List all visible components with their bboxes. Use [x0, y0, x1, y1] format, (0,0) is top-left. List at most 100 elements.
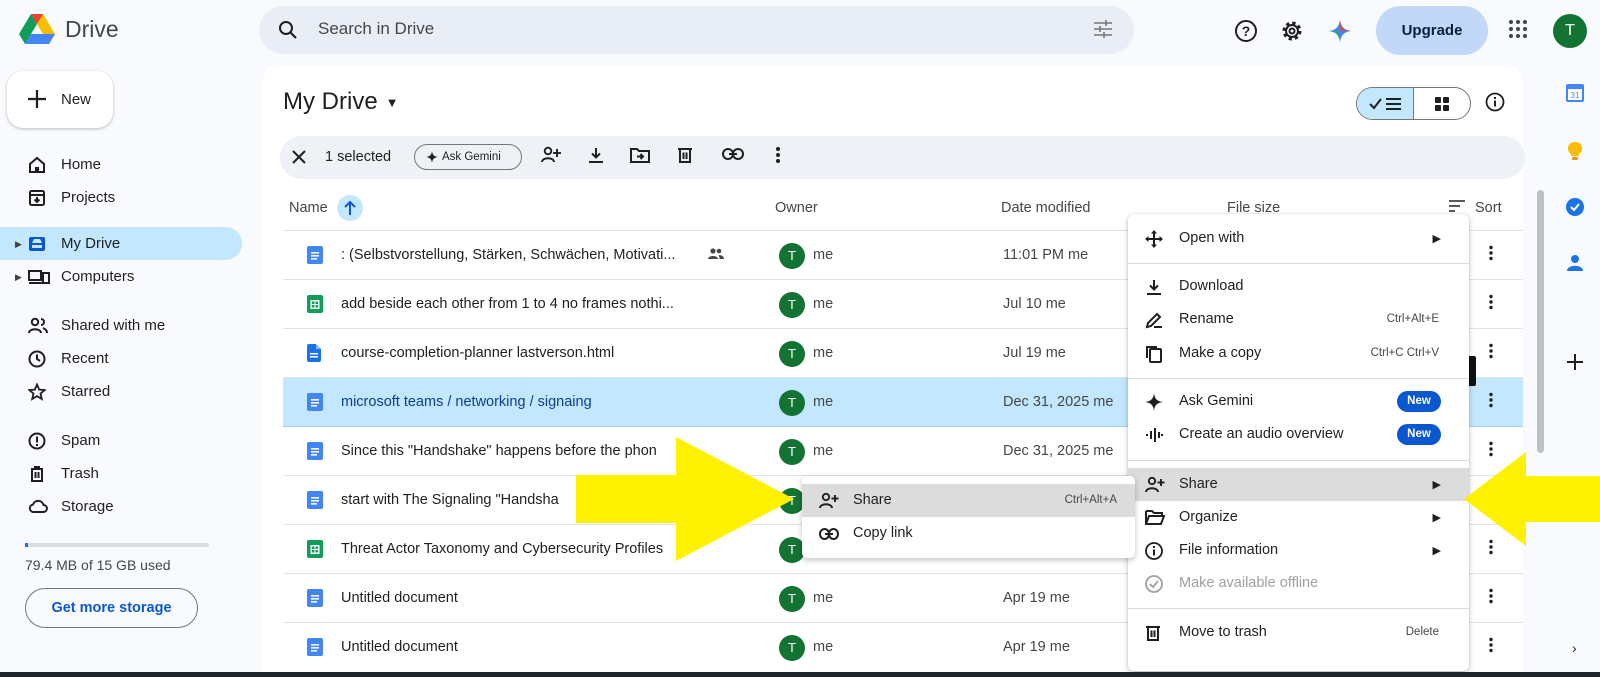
sort-ascending-arrow-icon[interactable]	[337, 195, 363, 221]
copy-link-icon[interactable]	[722, 148, 744, 160]
add-addon-plus-icon[interactable]	[1567, 354, 1583, 370]
column-header-owner[interactable]: Owner	[775, 200, 818, 216]
projects-icon	[28, 189, 46, 207]
sparkle-icon	[1145, 393, 1163, 411]
sidebar-item-computers[interactable]: ▶ Computers	[0, 260, 242, 293]
file-name: Untitled document	[341, 590, 458, 606]
sidebar-item-label: Home	[61, 156, 102, 173]
home-icon	[28, 156, 46, 174]
account-avatar[interactable]: T	[1553, 14, 1587, 48]
date-modified: 11:01 PM me	[1003, 247, 1089, 263]
menu-label: Make a copy	[1179, 345, 1262, 361]
settings-gear-icon[interactable]	[1280, 19, 1304, 43]
apps-grid-icon[interactable]	[1508, 19, 1528, 39]
column-header-date-modified[interactable]: Date modified	[1001, 200, 1090, 216]
owner-label: me	[813, 247, 834, 263]
storage-meter	[25, 543, 209, 547]
ask-gemini-chip[interactable]: Ask Gemini	[414, 144, 522, 170]
menu-item-create-audio-overview[interactable]: Create an audio overview New	[1128, 418, 1469, 451]
vertical-scrollbar[interactable]	[1537, 190, 1544, 453]
sidebar-item-projects[interactable]: Projects	[0, 181, 242, 214]
row-more-icon[interactable]	[1489, 392, 1493, 408]
page-title-text: My Drive	[283, 88, 378, 115]
menu-shortcut: Ctrl+Alt+E	[1386, 313, 1439, 325]
delete-trash-icon[interactable]	[677, 146, 693, 164]
trash-icon	[1145, 624, 1161, 642]
menu-item-file-information[interactable]: File information ▶	[1128, 534, 1469, 567]
keep-notes-icon[interactable]	[1567, 141, 1583, 161]
get-more-storage-button[interactable]: Get more storage	[25, 588, 198, 628]
share-person-add-icon[interactable]	[540, 146, 562, 164]
sidebar-item-starred[interactable]: Starred	[0, 375, 242, 408]
owner-avatar: T	[779, 586, 805, 612]
caret-down-icon: ▼	[385, 95, 399, 111]
upgrade-button[interactable]: Upgrade	[1376, 6, 1488, 55]
selection-count: 1 selected	[325, 149, 392, 165]
recent-icon	[28, 350, 46, 368]
file-name: : (Selbstvorstellung, Stärken, Schwächen…	[341, 247, 676, 263]
expand-arrow-icon[interactable]: ▶	[15, 239, 22, 250]
more-actions-kebab-icon[interactable]	[776, 146, 780, 164]
tasks-icon[interactable]	[1566, 198, 1584, 216]
submenu-item-copy-link[interactable]: Copy link	[802, 517, 1135, 550]
sort-lines-icon[interactable]	[1449, 200, 1465, 212]
details-info-icon[interactable]	[1485, 92, 1505, 112]
view-toggle[interactable]	[1356, 87, 1471, 120]
screen-bottom-edge	[0, 672, 1600, 677]
menu-item-make-a-copy[interactable]: Make a copy Ctrl+C Ctrl+V	[1128, 337, 1469, 370]
row-more-icon[interactable]	[1489, 245, 1493, 261]
menu-item-open-with[interactable]: Open with ▶	[1128, 222, 1469, 255]
sort-button[interactable]: Sort	[1475, 200, 1502, 216]
row-more-icon[interactable]	[1489, 637, 1493, 653]
list-view-button[interactable]	[1357, 88, 1414, 119]
search-input[interactable]: Search in Drive	[318, 19, 434, 39]
google-doc-icon	[307, 442, 323, 460]
menu-item-download[interactable]: Download	[1128, 270, 1469, 303]
gemini-icon[interactable]	[1328, 19, 1352, 43]
search-options-icon[interactable]	[1093, 20, 1113, 38]
search-icon[interactable]	[278, 20, 298, 40]
row-more-icon[interactable]	[1489, 343, 1493, 359]
shared-people-icon	[708, 248, 724, 260]
grid-view-icon	[1435, 97, 1449, 111]
app-name[interactable]: Drive	[65, 16, 119, 43]
menu-item-ask-gemini[interactable]: Ask Gemini New	[1128, 385, 1469, 418]
row-more-icon[interactable]	[1489, 294, 1493, 310]
html-file-icon	[307, 344, 321, 362]
sidebar-item-recent[interactable]: Recent	[0, 342, 242, 375]
menu-item-share[interactable]: Share ▶	[1128, 468, 1469, 501]
row-more-icon[interactable]	[1489, 588, 1493, 604]
file-name: start with The Signaling "Handsha	[341, 492, 559, 508]
sidebar-item-label: Projects	[61, 189, 116, 206]
expand-panel-chevron-icon[interactable]: ›	[1572, 640, 1577, 656]
sidebar-item-trash[interactable]: Trash	[0, 457, 242, 490]
drive-logo[interactable]	[18, 12, 56, 48]
clear-selection-close-icon[interactable]	[292, 150, 306, 164]
calendar-icon[interactable]: 31	[1566, 84, 1584, 102]
ask-gemini-chip-label: Ask Gemini	[442, 151, 501, 163]
expand-arrow-icon[interactable]: ▶	[15, 272, 22, 283]
menu-item-rename[interactable]: Rename Ctrl+Alt+E	[1128, 303, 1469, 336]
storage-usage-text: 79.4 MB of 15 GB used	[25, 557, 171, 573]
contacts-icon[interactable]	[1567, 254, 1583, 272]
menu-item-organize[interactable]: Organize ▶	[1128, 501, 1469, 534]
new-button[interactable]: New	[7, 71, 113, 128]
owner-label: me	[813, 443, 834, 459]
move-to-folder-icon[interactable]	[630, 146, 650, 164]
submenu-item-share[interactable]: Share Ctrl+Alt+A	[802, 484, 1135, 517]
sidebar-item-storage[interactable]: Storage	[0, 490, 242, 523]
sidebar-item-home[interactable]: Home	[0, 148, 242, 181]
column-header-name[interactable]: Name	[289, 200, 328, 216]
page-title[interactable]: My Drive ▼	[283, 88, 399, 116]
cloud-icon	[28, 498, 48, 514]
menu-label: Open with	[1179, 230, 1245, 246]
sidebar-item-spam[interactable]: Spam	[0, 424, 242, 457]
menu-divider	[1128, 263, 1469, 264]
help-icon[interactable]: ?	[1234, 19, 1258, 43]
download-icon[interactable]	[587, 146, 605, 164]
file-name: Untitled document	[341, 639, 458, 655]
menu-item-move-to-trash[interactable]: Move to trash Delete	[1128, 616, 1469, 649]
shared-icon	[28, 317, 48, 335]
sidebar-item-my-drive[interactable]: ▶ My Drive	[0, 227, 242, 260]
sidebar-item-shared-with-me[interactable]: Shared with me	[0, 309, 242, 342]
